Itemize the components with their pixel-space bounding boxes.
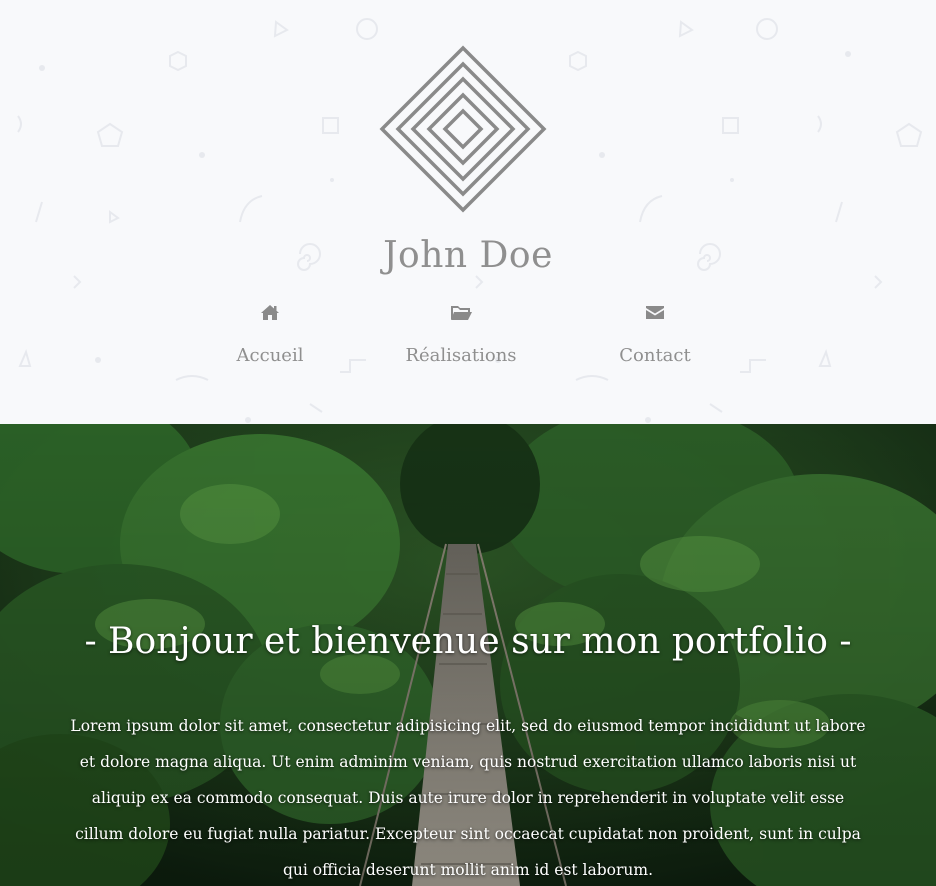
home-icon [261, 305, 279, 320]
hero-section: - Bonjour et bienvenue sur mon portfolio… [0, 424, 936, 886]
folder-open-icon [451, 306, 472, 320]
site-header: John Doe Accueil Réalisations Contact [0, 0, 936, 424]
concentric-diamond-logo[interactable] [378, 44, 548, 214]
hero-paragraph: Lorem ipsum dolor sit amet, consectetur … [70, 717, 866, 879]
nav-contact[interactable]: Contact [575, 300, 735, 372]
nav-contact-label: Contact [619, 345, 691, 366]
envelope-icon [646, 306, 664, 319]
nav-realisations-label: Réalisations [405, 345, 517, 366]
site-name: John Doe [383, 235, 553, 276]
nav-accueil-label: Accueil [236, 345, 304, 366]
nav-accueil[interactable]: Accueil [190, 300, 350, 372]
nav-realisations[interactable]: Réalisations [381, 300, 541, 372]
hero-title: - Bonjour et bienvenue sur mon portfolio… [84, 621, 852, 662]
